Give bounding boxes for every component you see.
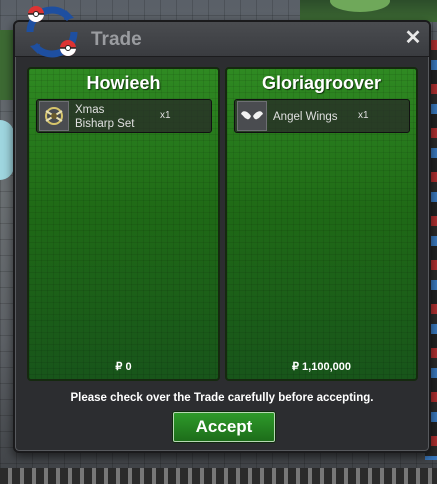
item-quantity: x1 bbox=[160, 110, 171, 121]
trade-notice: Please check over the Trade carefully be… bbox=[70, 392, 374, 404]
close-button[interactable]: ✕ bbox=[403, 28, 423, 48]
money-amount: ₽ 1,100,000 bbox=[292, 361, 351, 373]
water-tile bbox=[0, 120, 14, 180]
trade-item[interactable]: Xmas Bisharp Set x1 bbox=[36, 99, 212, 133]
trade-panel-self: Howieeh Xmas Bisharp Set x1 ₽ 0 bbox=[27, 67, 220, 381]
trade-dialog: Trade ✕ Howieeh Xmas Bisharp Set x1 ₽ 0 … bbox=[13, 20, 431, 453]
xmas-bisharp-set-icon bbox=[39, 101, 69, 131]
player-name: Howieeh bbox=[86, 73, 161, 93]
trade-item[interactable]: Angel Wings x1 bbox=[234, 99, 410, 133]
player-name: Gloriagroover bbox=[261, 73, 382, 93]
money-amount: ₽ 0 bbox=[115, 361, 132, 373]
item-name-line1: Angel Wings bbox=[273, 111, 338, 123]
trade-icon bbox=[22, 2, 82, 62]
fence bbox=[0, 468, 437, 484]
grass-tile bbox=[0, 30, 14, 100]
item-name-line1: Xmas bbox=[75, 104, 105, 116]
accept-button[interactable]: Accept bbox=[173, 412, 275, 442]
angel-wings-icon bbox=[237, 101, 267, 131]
trade-panel-partner: Gloriagroover Angel Wings x1 ₽ 1,100,000 bbox=[225, 67, 418, 381]
dialog-title: Trade bbox=[91, 29, 142, 50]
item-quantity: x1 bbox=[358, 110, 369, 121]
item-name-line2: Bisharp Set bbox=[75, 118, 135, 130]
